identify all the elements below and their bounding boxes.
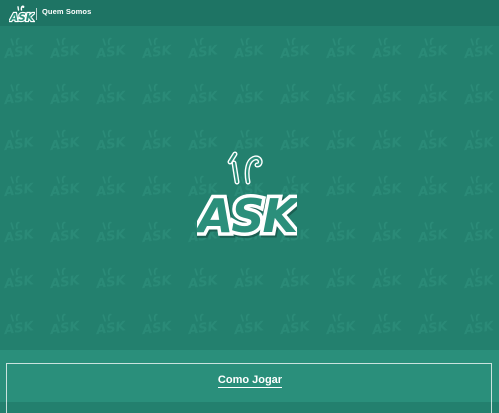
how-to-play-card: Como Jogar <box>6 363 492 413</box>
nav-divider <box>36 8 37 20</box>
how-to-play-section: Como Jogar <box>0 350 499 413</box>
nav-link-quem-somos[interactable]: Quem Somos <box>42 7 91 16</box>
svg-text:ASK: ASK <box>197 189 297 243</box>
how-to-play-title[interactable]: Como Jogar <box>217 374 283 388</box>
hero-banner: ASK ASK ASK <box>0 26 499 350</box>
ask-hero-logo: ASK ASK <box>197 146 297 246</box>
brand-logo[interactable]: ASK <box>9 3 35 23</box>
svg-text:ASK: ASK <box>9 12 35 23</box>
ask-logo-icon: ASK ASK <box>197 151 297 246</box>
how-to-play-heading[interactable]: Como Jogar <box>7 374 493 388</box>
top-navigation-bar: ASK Quem Somos <box>0 0 499 26</box>
ask-logo-icon: ASK <box>9 5 35 23</box>
